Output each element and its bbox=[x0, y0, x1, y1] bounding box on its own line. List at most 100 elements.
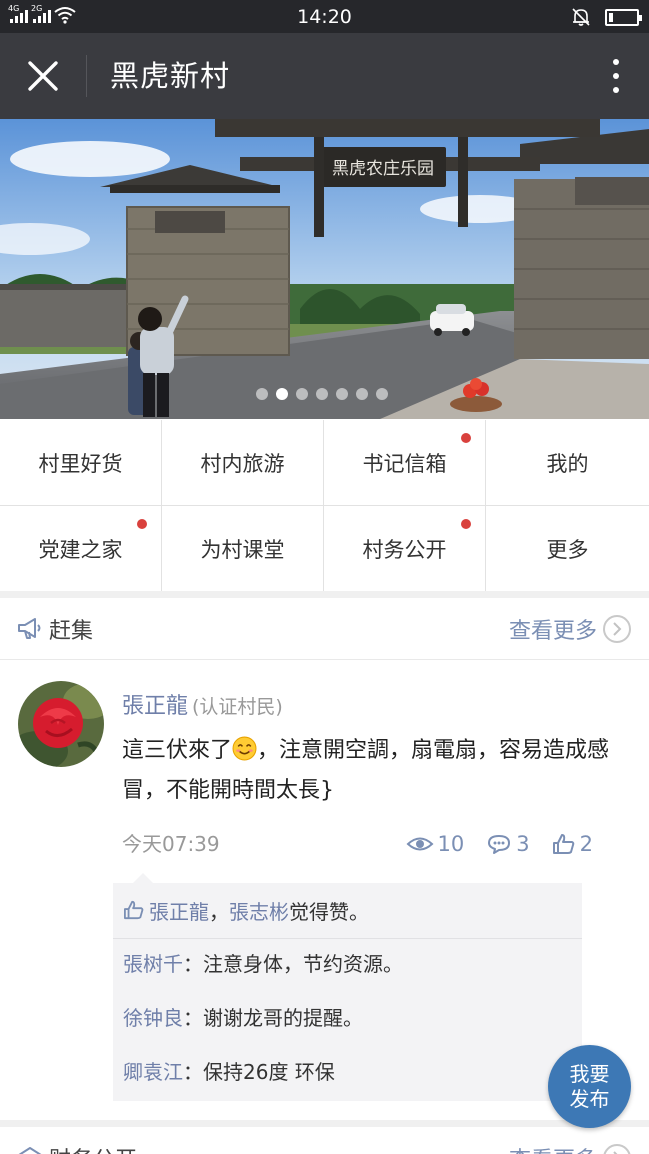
nav-bar: 黑虎新村 bbox=[0, 33, 649, 119]
grid-item[interactable]: 党建之家 bbox=[0, 506, 161, 591]
post-time: 今天07:39 bbox=[122, 832, 220, 856]
status-bar: 4G 2G 14:20 bbox=[0, 0, 649, 33]
grid-item-label: 村务公开 bbox=[362, 537, 447, 562]
grid-item[interactable]: 村务公开 bbox=[324, 506, 485, 591]
section-separator bbox=[0, 1120, 649, 1127]
carousel-dot[interactable] bbox=[276, 388, 288, 400]
grid-item[interactable]: 书记信箱 bbox=[324, 420, 485, 505]
author-badge: (认证村民) bbox=[192, 696, 283, 718]
grid-item[interactable]: 村内旅游 bbox=[162, 420, 323, 505]
comment-colon: ： bbox=[183, 1006, 203, 1030]
comments-panel: 張正龍，張志彬 觉得赞。 張树千：注意身体，节约资源。 徐钟良：谢谢龙哥的提醒。… bbox=[113, 873, 582, 1101]
nav-divider bbox=[86, 55, 87, 97]
page-title: 黑虎新村 bbox=[110, 59, 231, 93]
menu-dot-icon bbox=[613, 73, 619, 79]
publish-fab-button[interactable]: 我要 发布 bbox=[548, 1045, 631, 1128]
eye-icon bbox=[406, 837, 433, 851]
megaphone-icon bbox=[18, 618, 41, 639]
liker-separator: ， bbox=[209, 899, 229, 924]
grid-item-label: 为村课堂 bbox=[200, 537, 285, 562]
notification-dot bbox=[461, 433, 471, 443]
carousel-dot[interactable] bbox=[356, 388, 368, 400]
comments-divider bbox=[113, 938, 582, 939]
liker-name[interactable]: 張志彬 bbox=[229, 896, 289, 925]
banner-image: 黑虎农庄乐园 bbox=[0, 119, 649, 419]
comment-button[interactable]: 3 bbox=[486, 829, 530, 859]
post-content: 這三伏來了 ，注意開空調，扇電扇，容易造成感冒，不能開時間太長} bbox=[122, 731, 612, 811]
carousel-dot[interactable] bbox=[296, 388, 308, 400]
status-right bbox=[571, 7, 642, 27]
grid-item[interactable]: 村里好货 bbox=[0, 420, 161, 505]
close-button[interactable] bbox=[20, 55, 66, 97]
carousel-indicator bbox=[256, 388, 388, 400]
banner-carousel[interactable]: 黑虎农庄乐园 bbox=[0, 119, 649, 419]
grid-item[interactable]: 我的 bbox=[486, 420, 649, 505]
chevron-right-icon bbox=[603, 615, 631, 643]
carousel-dot[interactable] bbox=[316, 388, 328, 400]
grid-item-label: 书记信箱 bbox=[362, 451, 447, 476]
battery-level bbox=[609, 12, 613, 22]
liked-by-row: 張正龍，張志彬 觉得赞。 bbox=[123, 895, 369, 925]
battery-icon bbox=[605, 8, 642, 26]
market-more-link[interactable]: 查看更多 bbox=[509, 598, 631, 660]
grid-item-label: 村内旅游 bbox=[200, 451, 285, 476]
fab-line2: 发布 bbox=[569, 1086, 610, 1111]
grid-item[interactable]: 更多 bbox=[486, 506, 649, 591]
comment-text: 保持26度 环保 bbox=[203, 1060, 335, 1084]
market-more-label: 查看更多 bbox=[508, 619, 597, 644]
like-count: 2 bbox=[579, 832, 593, 856]
post-card: 張正龍 (认证村民) 這三伏來了 ，注意開空調，扇電扇，容易造成感冒，不能開時間太… bbox=[0, 661, 649, 1120]
commenter-name[interactable]: 徐钟良 bbox=[123, 1006, 183, 1030]
liker-name[interactable]: 張正龍 bbox=[149, 896, 209, 925]
carousel-dot[interactable] bbox=[336, 388, 348, 400]
market-section-header: 赶集 查看更多 bbox=[0, 598, 649, 660]
post-text-part1: 這三伏來了 bbox=[122, 738, 233, 763]
fab-line1: 我要 bbox=[569, 1061, 610, 1086]
app-root: 4G 2G 14:20 黑虎新村 黑虎农庄乐园 村里好货 村内旅游 书记信箱 我… bbox=[0, 0, 649, 1154]
post-author-line: 張正龍 (认证村民) bbox=[122, 688, 283, 720]
section-separator bbox=[0, 591, 649, 598]
grid-item-label: 党建之家 bbox=[38, 537, 123, 562]
comment-count: 3 bbox=[516, 832, 530, 856]
affairs-title-group: 财务公开 bbox=[16, 1127, 137, 1154]
like-button[interactable]: 2 bbox=[552, 829, 593, 859]
comment-item[interactable]: 卿袁江：保持26度 环保 bbox=[123, 1057, 335, 1087]
affairs-section-header: 财务公开 查看更多 bbox=[0, 1127, 649, 1154]
notification-dot bbox=[461, 519, 471, 529]
post-author[interactable]: 張正龍 bbox=[122, 694, 188, 719]
smile-emoji-icon bbox=[232, 736, 257, 761]
comment-colon: ： bbox=[183, 952, 203, 976]
carousel-dot[interactable] bbox=[376, 388, 388, 400]
avatar[interactable] bbox=[18, 681, 104, 767]
comment-item[interactable]: 徐钟良：谢谢龙哥的提醒。 bbox=[123, 1003, 363, 1033]
affairs-more-label: 查看更多 bbox=[509, 1142, 597, 1154]
chevron-right-icon bbox=[603, 1144, 631, 1154]
gate-sign-text: 黑虎农庄乐园 bbox=[332, 159, 434, 179]
menu-dot-icon bbox=[613, 87, 619, 93]
commenter-name[interactable]: 卿袁江 bbox=[123, 1060, 183, 1084]
grid-item-label: 更多 bbox=[546, 537, 589, 562]
close-icon bbox=[28, 61, 58, 91]
market-title: 赶集 bbox=[49, 619, 94, 644]
grid-item-label: 我的 bbox=[546, 451, 589, 476]
comment-item[interactable]: 張树千：注意身体，节约资源。 bbox=[123, 949, 403, 979]
feature-grid: 村里好货 村内旅游 书记信箱 我的党建之家 为村课堂 村务公开 更多 bbox=[0, 420, 649, 591]
market-title-group: 赶集 bbox=[16, 598, 93, 660]
affairs-title: 财务公开 bbox=[49, 1142, 137, 1154]
carousel-dot[interactable] bbox=[256, 388, 268, 400]
bell-muted-icon bbox=[572, 8, 590, 26]
status-time: 14:20 bbox=[297, 6, 352, 28]
comment-text: 谢谢龙哥的提醒。 bbox=[203, 1006, 363, 1030]
commenter-name[interactable]: 張树千 bbox=[123, 952, 183, 976]
views-count: 10 bbox=[437, 832, 465, 856]
notification-dot bbox=[137, 519, 147, 529]
grid-item[interactable]: 为村课堂 bbox=[162, 506, 323, 591]
comment-text: 注意身体，节约资源。 bbox=[203, 952, 403, 976]
more-menu-button[interactable] bbox=[605, 55, 627, 97]
comment-icon bbox=[488, 835, 511, 854]
post-meta: 今天07:39 10 3 2 bbox=[122, 829, 602, 859]
grid-item-label: 村里好货 bbox=[38, 451, 123, 476]
affairs-more-link[interactable]: 查看更多 bbox=[509, 1127, 631, 1154]
bank-icon bbox=[18, 1147, 42, 1154]
liked-suffix: 觉得赞。 bbox=[289, 899, 369, 924]
